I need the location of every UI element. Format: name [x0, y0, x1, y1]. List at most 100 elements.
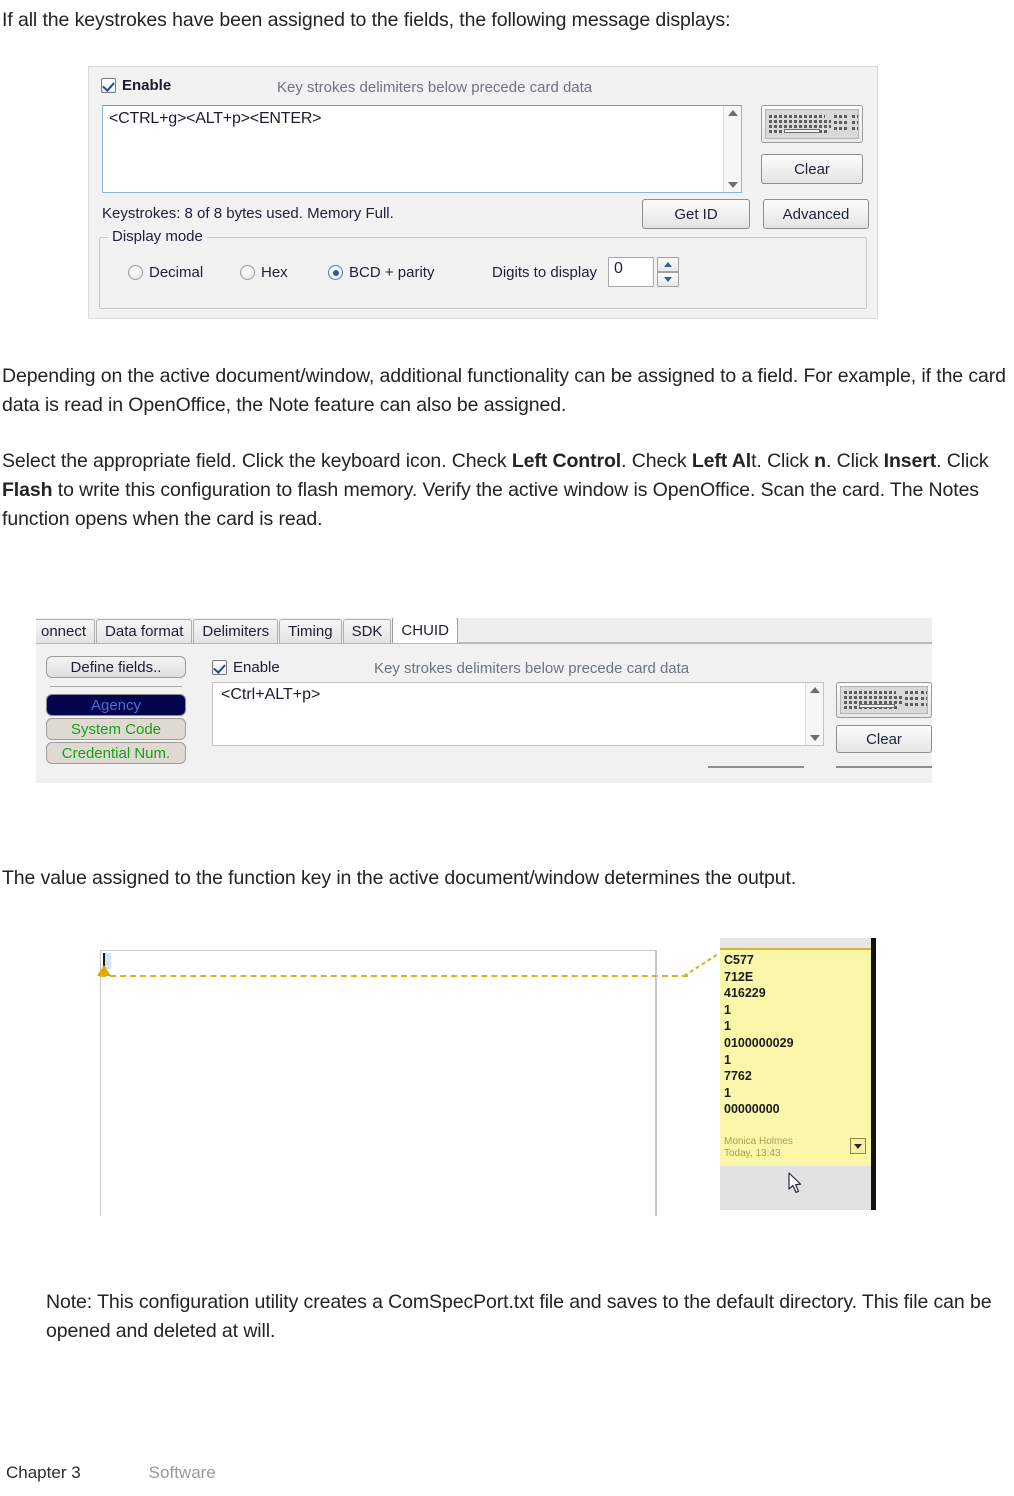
note-line: 0100000029 — [724, 1035, 794, 1050]
comment-timestamp: Today, 13:43 — [724, 1148, 781, 1159]
comment-note-meta: Monica Holmes Today, 13:43 — [720, 1134, 871, 1166]
comment-note-body[interactable]: C577 712E 416229 1 1 0100000029 1 7762 1… — [720, 950, 871, 1150]
radio-bcd-parity[interactable]: BCD + parity — [328, 264, 434, 281]
radio-decimal[interactable]: Decimal — [128, 264, 203, 281]
document-column-separator — [656, 950, 657, 1216]
comment-connector-diagonal — [684, 954, 718, 976]
keyboard-icon — [765, 109, 859, 139]
cropped-button-edge-right — [836, 766, 932, 768]
digits-to-display-label: Digits to display — [492, 264, 598, 281]
step-bold-flash: Flash — [2, 479, 53, 501]
scroll-up-arrow-icon[interactable] — [809, 687, 820, 693]
mouse-pointer-icon — [788, 1172, 802, 1194]
chuid-keystroke-textarea[interactable]: <Ctrl+ALT+p> — [212, 682, 824, 746]
note-line: 1 — [724, 1019, 731, 1034]
step-bold-left-alt: Left Al — [691, 450, 752, 472]
step-text-5: . Click — [936, 450, 989, 472]
keyboard-icon — [840, 686, 928, 714]
comment-note[interactable]: C577 712E 416229 1 1 0100000029 1 7762 1… — [720, 938, 876, 1210]
field-button-agency[interactable]: Agency — [46, 694, 186, 716]
keyboard-icon-button[interactable] — [761, 105, 863, 143]
chuid-enable-checkbox[interactable] — [212, 660, 227, 675]
chuid-enable-label: Enable — [233, 659, 280, 676]
keystroke-hint-text: Key strokes delimiters below precede car… — [277, 79, 593, 96]
step-bold-n: n — [814, 450, 826, 472]
tab-timing[interactable]: Timing — [279, 619, 342, 643]
step-text-1: Select the appropriate field. Click the … — [2, 450, 512, 472]
step-text-3: t. Click — [751, 450, 815, 472]
get-id-button[interactable]: Get ID — [642, 199, 750, 229]
step-text-6: to write this configuration to flash mem… — [2, 479, 979, 530]
note-line: 7762 — [724, 1069, 752, 1084]
footer-chapter: Chapter 3 — [6, 1463, 81, 1482]
define-fields-button[interactable]: Define fields.. — [46, 656, 186, 678]
bottom-note-paragraph: Note: This configuration utility creates… — [46, 1291, 992, 1342]
note-line: 1 — [724, 1002, 731, 1017]
chuid-textarea-scrollbar[interactable] — [805, 683, 823, 745]
scroll-up-arrow-icon[interactable] — [727, 110, 738, 116]
enable-label: Enable — [122, 77, 172, 94]
tab-strip-filler — [458, 618, 932, 643]
advanced-button[interactable]: Advanced — [763, 199, 869, 229]
radio-hex-label: Hex — [261, 264, 288, 281]
intro-paragraph: If all the keystrokes have been assigned… — [2, 9, 731, 31]
chuid-clear-button[interactable]: Clear — [836, 725, 932, 753]
clear-button[interactable]: Clear — [761, 154, 863, 184]
note-line: 1 — [724, 1085, 731, 1100]
keystrokes-status-text: Keystrokes: 8 of 8 bytes used. Memory Fu… — [102, 205, 394, 222]
radio-hex-indicator[interactable] — [240, 265, 255, 280]
depending-paragraph: Depending on the active document/window,… — [2, 365, 1006, 416]
scroll-down-arrow-icon[interactable] — [809, 735, 820, 741]
chuid-tab-panel-screenshot: onnect Data format Delimiters Timing SDK… — [36, 618, 932, 783]
comment-author: Monica Holmes — [724, 1136, 793, 1147]
tab-sdk[interactable]: SDK — [342, 619, 392, 643]
radio-bcd-parity-indicator[interactable] — [328, 265, 343, 280]
enable-checkbox-row[interactable]: Enable — [101, 77, 171, 94]
step-text-4: . Click — [825, 450, 884, 472]
chuid-keystroke-value: <Ctrl+ALT+p> — [221, 686, 321, 703]
comment-connector-dashed-line — [100, 975, 688, 977]
field-button-system-code[interactable]: System Code — [46, 718, 186, 740]
radio-hex[interactable]: Hex — [240, 264, 288, 281]
scroll-down-arrow-icon[interactable] — [727, 182, 738, 188]
keystroke-textarea-scrollbar[interactable] — [723, 106, 741, 192]
comment-sidebar-empty-area — [720, 1166, 871, 1210]
tab-delimiters[interactable]: Delimiters — [193, 619, 279, 643]
tab-chuid[interactable]: CHUID — [392, 618, 458, 643]
chevron-down-icon — [854, 1143, 862, 1149]
chuid-enable-checkbox-row[interactable]: Enable — [212, 659, 280, 676]
display-mode-groupbox: Display mode Decimal Hex BCD + parity Di… — [99, 228, 867, 309]
radio-decimal-label: Decimal — [149, 264, 204, 281]
select-steps-paragraph: Select the appropriate field. Click the … — [2, 447, 1002, 534]
radio-decimal-indicator[interactable] — [128, 265, 143, 280]
tab-connect[interactable]: onnect — [36, 619, 96, 643]
keystroke-textarea-value: <CTRL+g><ALT+p><ENTER> — [109, 110, 322, 127]
step-bold-insert: Insert — [883, 450, 937, 472]
digits-stepper-up[interactable] — [657, 257, 679, 272]
display-mode-legend: Display mode — [108, 228, 207, 245]
step-bold-left-control: Left Control — [511, 450, 622, 472]
chuid-hint-text: Key strokes delimiters below precede car… — [374, 660, 690, 677]
digits-to-display-input[interactable]: 0 — [608, 257, 654, 287]
tab-strip: onnect Data format Delimiters Timing SDK… — [36, 618, 932, 644]
keystroke-textarea[interactable]: <CTRL+g><ALT+p><ENTER> — [102, 105, 742, 193]
step-text-2: . Check — [621, 450, 692, 472]
note-line: C577 — [724, 953, 754, 967]
note-line: 1 — [724, 1052, 731, 1067]
note-line: 712E — [724, 969, 754, 984]
enable-checkbox[interactable] — [101, 78, 116, 93]
document-page-area[interactable] — [97, 950, 656, 1216]
digits-stepper[interactable] — [657, 257, 679, 287]
comment-note-menu-button[interactable] — [850, 1138, 866, 1154]
field-button-credential-num[interactable]: Credential Num. — [46, 742, 186, 764]
note-line: 416229 — [724, 986, 766, 1001]
note-line: 00000000 — [724, 1102, 780, 1117]
chuid-keyboard-icon-button[interactable] — [836, 682, 932, 718]
cropped-button-edge-left — [708, 766, 804, 768]
tab-data-format[interactable]: Data format — [96, 619, 193, 643]
radio-bcd-parity-label: BCD + parity — [349, 264, 435, 281]
value-assigned-paragraph: The value assigned to the function key i… — [2, 867, 797, 889]
footer-section: Software — [148, 1463, 216, 1482]
sidebar-divider — [50, 686, 182, 687]
digits-stepper-down[interactable] — [657, 272, 679, 287]
